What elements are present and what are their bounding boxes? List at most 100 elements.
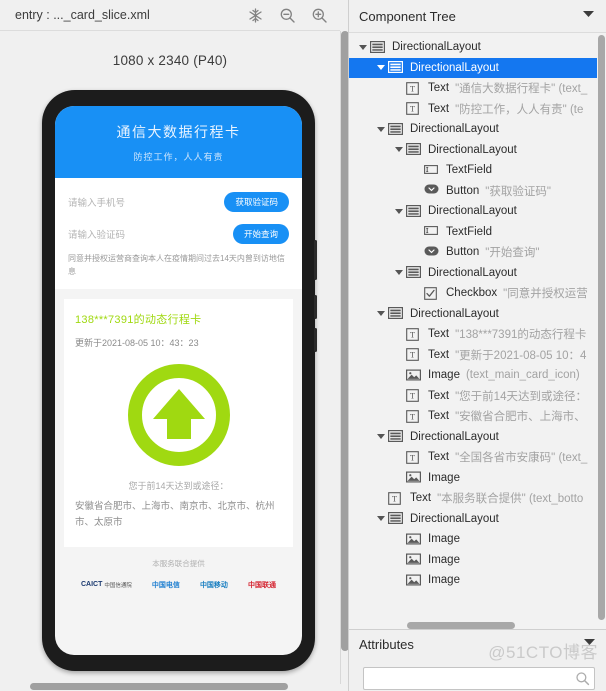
- chevron-down-icon[interactable]: [582, 634, 597, 654]
- svg-text:T: T: [410, 104, 416, 114]
- start-query-button[interactable]: 开始查询: [232, 224, 289, 244]
- tree-row[interactable]: TextField: [349, 160, 606, 181]
- tree-twisty-expanded[interactable]: [357, 41, 370, 54]
- tree-row-value: "同意并授权运营: [503, 288, 588, 301]
- preview-canvas[interactable]: 1080 x 2340 (P40) 通信大数据行程卡 防控工作，人人有责 请输入…: [0, 31, 340, 684]
- tree-row-label: DirectionalLayout: [410, 430, 499, 443]
- tree-row[interactable]: T Text "防控工作，人人有责" (te: [349, 99, 606, 120]
- tree-row[interactable]: Image: [349, 529, 606, 550]
- phone-input[interactable]: 请输入手机号: [68, 195, 125, 209]
- tree-twisty-none: [411, 164, 424, 177]
- image-icon: [406, 533, 422, 546]
- tree-twisty-none: [411, 287, 424, 300]
- layout-icon: [388, 430, 404, 443]
- tree-row[interactable]: DirectionalLayout: [349, 427, 606, 448]
- tree-row[interactable]: DirectionalLayout: [349, 509, 606, 530]
- tree-row[interactable]: T Text "全国各省市安康码" (text_: [349, 447, 606, 468]
- tree-row[interactable]: DirectionalLayout: [349, 263, 606, 284]
- layout-icon: [406, 143, 422, 156]
- tree-row-label: Checkbox: [446, 287, 498, 300]
- tree-row-label: DirectionalLayout: [428, 143, 517, 156]
- component-tree-title: Component Tree: [359, 8, 456, 24]
- tree-row[interactable]: DirectionalLayout: [349, 140, 606, 161]
- tree-row[interactable]: DirectionalLayout: [349, 119, 606, 140]
- tree-twisty-none: [393, 369, 406, 382]
- tree-twisty-expanded[interactable]: [393, 143, 406, 156]
- tree-row-label: Image: [428, 533, 460, 546]
- tree-twisty-expanded[interactable]: [375, 61, 388, 74]
- tree-twisty-none: [393, 410, 406, 423]
- tree-vertical-scrollbar[interactable]: [597, 33, 606, 628]
- preview-vertical-scrollbar[interactable]: [340, 31, 349, 684]
- text-icon: T: [406, 81, 422, 95]
- ide-window: entry : ..._card_slice.xml 1080 x 2340 (…: [0, 0, 606, 691]
- scrollbar-thumb[interactable]: [407, 622, 515, 629]
- svg-text:T: T: [410, 391, 416, 401]
- tree-row[interactable]: Button "开始查询": [349, 242, 606, 263]
- device-size-label: 1080 x 2340 (P40): [112, 53, 228, 68]
- preview-panel: entry : ..._card_slice.xml 1080 x 2340 (…: [0, 0, 349, 691]
- scrollbar-thumb[interactable]: [598, 35, 605, 620]
- tree-twisty-expanded[interactable]: [375, 430, 388, 443]
- route-list: 安徽省合肥市、上海市、南京市、北京市、杭州市、太原市: [75, 500, 275, 528]
- zoom-out-icon[interactable]: [279, 7, 296, 24]
- china-unicom-logo-icon: 中国联通: [247, 581, 276, 589]
- tree-row[interactable]: Button "获取验证码": [349, 181, 606, 202]
- image-icon: [406, 369, 422, 382]
- preview-toolbar: entry : ..._card_slice.xml: [0, 0, 340, 31]
- tree-row-value: "本服务联合提供" (text_botto: [437, 493, 584, 506]
- tree-horizontal-scrollbar[interactable]: [349, 622, 606, 629]
- tree-row[interactable]: T Text "更新于2021-08-05 10：4: [349, 345, 606, 366]
- tree-row[interactable]: T Text "138***7391的动态行程卡: [349, 324, 606, 345]
- search-icon[interactable]: [575, 671, 590, 686]
- tree-row-label: DirectionalLayout: [392, 41, 481, 54]
- zoom-in-icon[interactable]: [311, 7, 328, 24]
- tree-row-value: "防控工作，人人有责" (te: [455, 103, 584, 116]
- tree-row-label: DirectionalLayout: [428, 266, 517, 279]
- tree-row[interactable]: Image: [349, 468, 606, 489]
- tree-row-value: "全国各省市安康码" (text_: [455, 452, 588, 465]
- textfield-icon: [424, 225, 440, 238]
- tree-row[interactable]: T Text "通信大数据行程卡" (text_: [349, 78, 606, 99]
- preview-horizontal-scrollbar[interactable]: [0, 683, 340, 691]
- image-icon: [406, 553, 422, 566]
- tree-row-value: "开始查询": [485, 247, 540, 260]
- card-title: 138***7391的动态行程卡: [75, 313, 202, 326]
- tree-twisty-none: [411, 184, 424, 197]
- tree-twisty-expanded[interactable]: [393, 266, 406, 279]
- tree-row[interactable]: T Text "安徽省合肥市、上海市、: [349, 406, 606, 427]
- chevron-down-icon[interactable]: [581, 6, 596, 26]
- agreement-text[interactable]: 同意并授权运营商查询本人在疫情期间过去14天内曾到访地信息: [68, 253, 289, 279]
- tree-row[interactable]: T Text "您于前14天达到或途径：: [349, 386, 606, 407]
- scrollbar-thumb[interactable]: [30, 683, 288, 690]
- tree-row[interactable]: Image: [349, 550, 606, 571]
- textfield-icon: [424, 164, 440, 177]
- tree-twisty-expanded[interactable]: [393, 205, 406, 218]
- tree-twisty-expanded[interactable]: [375, 307, 388, 320]
- tree-row[interactable]: Image: [349, 570, 606, 591]
- result-card-wrap: 138***7391的动态行程卡 更新于2021-08-05 10：43：23 …: [55, 289, 302, 592]
- get-code-button[interactable]: 获取验证码: [224, 192, 289, 212]
- tree-row[interactable]: DirectionalLayout: [349, 37, 606, 58]
- svg-text:T: T: [410, 452, 416, 462]
- tree-row[interactable]: Image (text_main_card_icon): [349, 365, 606, 386]
- attributes-search-input[interactable]: [363, 667, 595, 690]
- tree-twisty-expanded[interactable]: [375, 512, 388, 525]
- tree-row[interactable]: DirectionalLayout: [349, 201, 606, 222]
- phone-side-button: [314, 295, 317, 319]
- attributes-panel: Attributes: [349, 629, 606, 691]
- right-panel: Component Tree DirectionalLayout Directio…: [348, 0, 606, 691]
- component-tree-scroll[interactable]: DirectionalLayout DirectionalLayout T Text "…: [349, 33, 606, 628]
- tree-row[interactable]: DirectionalLayout: [349, 57, 606, 78]
- tree-row[interactable]: TextField: [349, 222, 606, 243]
- code-input[interactable]: 请输入验证码: [68, 227, 125, 241]
- tree-row[interactable]: Checkbox "同意并授权运营: [349, 283, 606, 304]
- tree-row-label: TextField: [446, 164, 493, 177]
- tree-twisty-expanded[interactable]: [375, 123, 388, 136]
- route-hint: 您于前14天达到或途径：: [128, 480, 229, 491]
- svg-text:T: T: [410, 83, 416, 93]
- tree-row[interactable]: T Text "本服务联合提供" (text_botto: [349, 488, 606, 509]
- snowflake-icon[interactable]: [247, 7, 264, 24]
- app-title: 通信大数据行程卡: [116, 123, 241, 140]
- tree-row[interactable]: DirectionalLayout: [349, 304, 606, 325]
